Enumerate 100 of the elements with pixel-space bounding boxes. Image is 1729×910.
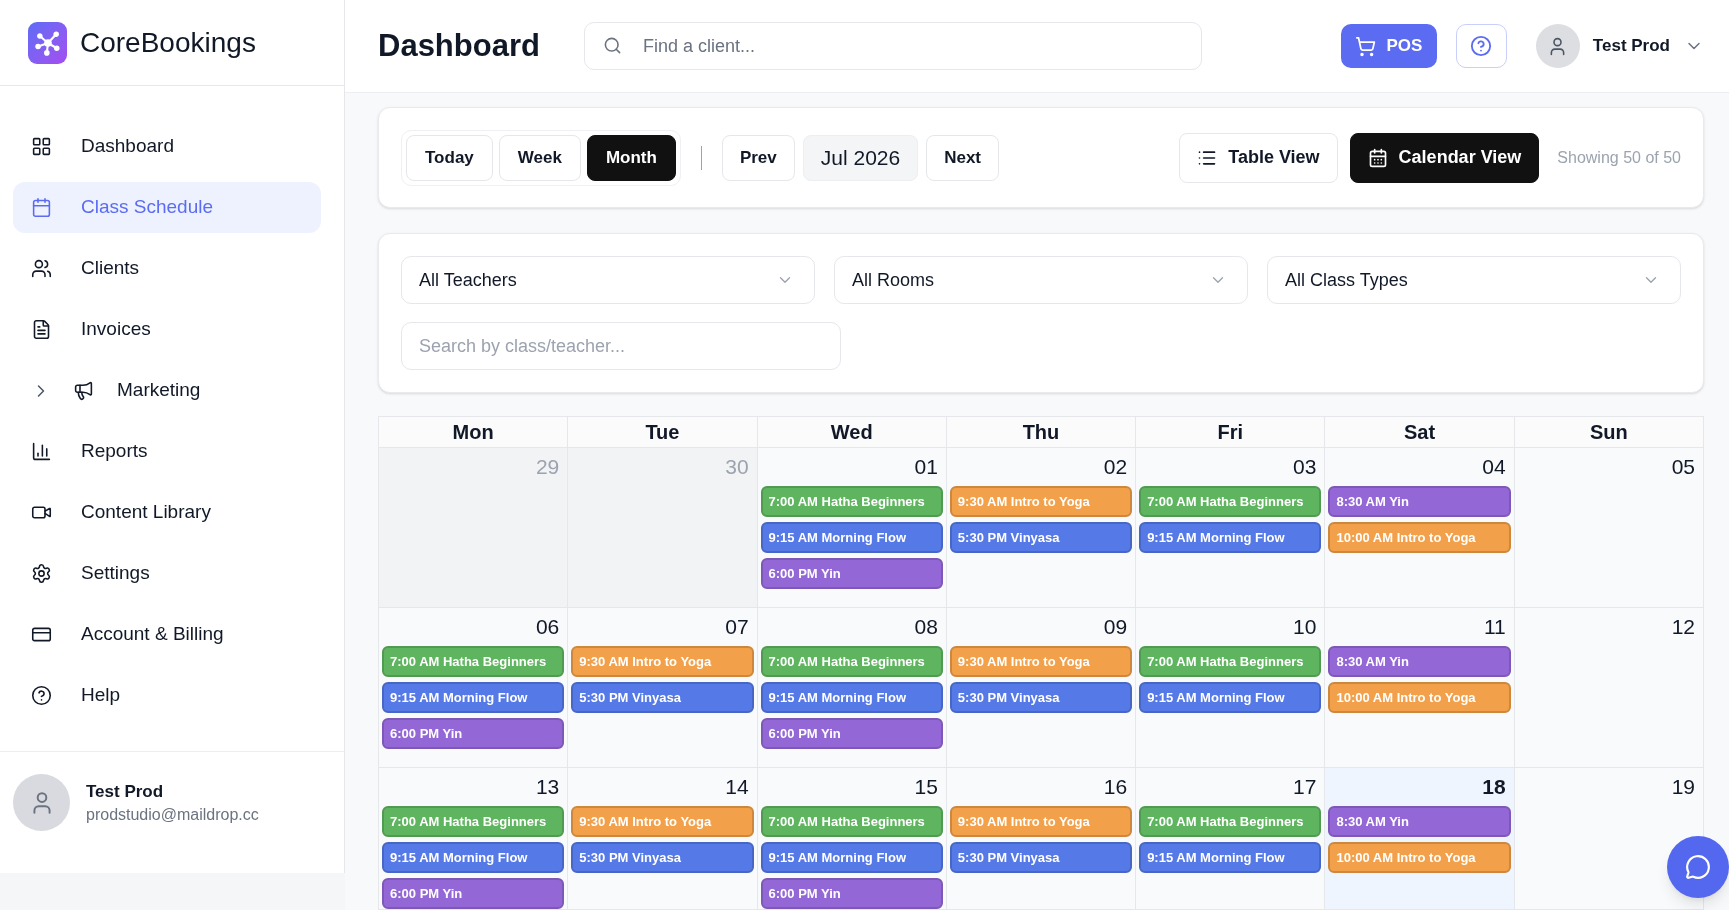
day-number: 14 xyxy=(725,776,750,797)
class-event[interactable]: 7:00 AM Hatha Beginners xyxy=(1139,806,1322,837)
day-number: 04 xyxy=(1482,456,1507,477)
day-number: 18 xyxy=(1482,776,1507,797)
day-number: 11 xyxy=(1483,616,1507,637)
day-number: 12 xyxy=(1671,616,1696,637)
class-event[interactable]: 6:00 PM Yin xyxy=(382,718,565,749)
class-event[interactable]: 9:15 AM Morning Flow xyxy=(1139,842,1322,873)
megaphone-icon xyxy=(73,380,94,401)
class-event[interactable]: 5:30 PM Vinyasa xyxy=(949,682,1133,713)
help-icon xyxy=(1470,35,1493,57)
calendar-icon xyxy=(1367,147,1388,168)
page-title: Dashboard xyxy=(378,26,541,65)
class-event[interactable]: 5:30 PM Vinyasa xyxy=(949,522,1133,553)
day-number: 09 xyxy=(1103,616,1129,637)
day-number: 19 xyxy=(1671,776,1696,797)
day-number: 16 xyxy=(1103,776,1129,797)
nav-item[interactable]: Clients xyxy=(13,243,321,294)
nav-item[interactable]: Content Library xyxy=(13,487,321,538)
class-event[interactable]: 9:15 AM Morning Flow xyxy=(760,682,943,713)
weekday-header: Sun xyxy=(1514,417,1704,448)
class-event[interactable]: 5:30 PM Vinyasa xyxy=(571,682,754,713)
day-number: 07 xyxy=(725,616,750,637)
nav-item[interactable]: Reports xyxy=(13,426,321,477)
class-event[interactable]: 9:15 AM Morning Flow xyxy=(382,682,565,713)
class-event[interactable]: 10:00 AM Intro to Yoga xyxy=(1328,522,1511,553)
day-number: 02 xyxy=(1103,456,1129,477)
nav-item[interactable]: Settings xyxy=(13,548,321,599)
calendar-icon xyxy=(31,197,52,218)
chat-icon xyxy=(1685,854,1711,880)
grid-icon xyxy=(31,136,52,157)
class-event[interactable]: 10:00 AM Intro to Yoga xyxy=(1328,842,1511,873)
day-number: 08 xyxy=(914,616,939,637)
help-button[interactable] xyxy=(1455,24,1507,68)
day-number: 17 xyxy=(1293,776,1318,797)
filter-select[interactable]: All Rooms xyxy=(834,256,1248,304)
search-field[interactable]: Search by class/teacher... xyxy=(401,322,841,370)
nav-item[interactable]: Marketing xyxy=(13,365,321,416)
class-event[interactable]: 8:30 AM Yin xyxy=(1328,806,1511,837)
class-event[interactable]: 9:30 AM Intro to Yoga xyxy=(949,486,1133,517)
class-event[interactable]: 6:00 PM Yin xyxy=(760,558,943,589)
class-event[interactable]: 9:15 AM Morning Flow xyxy=(760,522,943,553)
class-event[interactable]: 6:00 PM Yin xyxy=(760,878,943,909)
range-tab[interactable]: Today xyxy=(406,134,493,181)
day-number: 05 xyxy=(1671,456,1696,477)
nav-item[interactable]: Invoices xyxy=(13,304,321,355)
period-button[interactable]: Jul 2026 xyxy=(802,134,919,181)
weekday-header: Thu xyxy=(946,417,1137,448)
day-number: 03 xyxy=(1293,456,1318,477)
search-field[interactable]: Find a client... xyxy=(584,22,1202,70)
class-event[interactable]: 7:00 AM Hatha Beginners xyxy=(760,486,943,517)
nav-item[interactable]: Help xyxy=(13,670,321,721)
weekday-header: Tue xyxy=(568,417,758,448)
help-icon xyxy=(31,685,52,706)
user-menu-button[interactable]: Test Prod xyxy=(1592,33,1704,59)
class-event[interactable]: 7:00 AM Hatha Beginners xyxy=(760,646,943,677)
weekday-header: Wed xyxy=(757,417,947,448)
nav-item[interactable]: Account & Billing xyxy=(13,609,321,660)
class-event[interactable]: 10:00 AM Intro to Yoga xyxy=(1328,682,1511,713)
class-event[interactable]: 9:30 AM Intro to Yoga xyxy=(949,646,1133,677)
day-number: 06 xyxy=(535,616,561,637)
class-event[interactable]: 6:00 PM Yin xyxy=(382,878,565,909)
avatar-icon xyxy=(1535,24,1580,68)
filter-select[interactable]: All Class Types xyxy=(1267,256,1681,304)
user-name: Test Prod xyxy=(86,781,165,803)
results-count: Showing 50 of 50 xyxy=(1557,147,1681,168)
next-button[interactable]: Next xyxy=(926,134,1000,181)
view-toggle[interactable]: Calendar View xyxy=(1349,132,1540,183)
nav-item[interactable]: Dashboard xyxy=(13,121,321,172)
class-event[interactable]: 9:15 AM Morning Flow xyxy=(1139,682,1322,713)
day-number: 01 xyxy=(914,456,939,477)
class-event[interactable]: 7:00 AM Hatha Beginners xyxy=(382,806,565,837)
bar-chart-icon xyxy=(31,441,52,462)
class-event[interactable]: 7:00 AM Hatha Beginners xyxy=(1139,486,1322,517)
class-event[interactable]: 5:30 PM Vinyasa xyxy=(949,842,1133,873)
class-event[interactable]: 9:15 AM Morning Flow xyxy=(1139,522,1322,553)
class-event[interactable]: 7:00 AM Hatha Beginners xyxy=(382,646,565,677)
class-event[interactable]: 9:15 AM Morning Flow xyxy=(382,842,565,873)
users-icon xyxy=(31,258,52,279)
class-event[interactable]: 7:00 AM Hatha Beginners xyxy=(760,806,943,837)
document-icon xyxy=(31,319,52,340)
brand-name: CoreBookings xyxy=(80,25,256,60)
class-event[interactable]: 9:15 AM Morning Flow xyxy=(760,842,943,873)
range-tab[interactable]: Month xyxy=(586,134,676,181)
class-event[interactable]: 7:00 AM Hatha Beginners xyxy=(1139,646,1322,677)
class-event[interactable]: 6:00 PM Yin xyxy=(760,718,943,749)
class-event[interactable]: 5:30 PM Vinyasa xyxy=(571,842,754,873)
filter-select[interactable]: All Teachers xyxy=(401,256,815,304)
class-event[interactable]: 9:30 AM Intro to Yoga xyxy=(949,806,1133,837)
nav-item[interactable]: Class Schedule xyxy=(13,182,321,233)
class-event[interactable]: 8:30 AM Yin xyxy=(1328,646,1511,677)
class-event[interactable]: 9:30 AM Intro to Yoga xyxy=(571,646,754,677)
pos-button[interactable]: POS xyxy=(1340,24,1437,68)
cart-icon xyxy=(1355,35,1377,57)
range-tab[interactable]: Week xyxy=(498,134,581,181)
day-number: 13 xyxy=(535,776,561,797)
class-event[interactable]: 9:30 AM Intro to Yoga xyxy=(571,806,754,837)
view-toggle[interactable]: Table View xyxy=(1179,132,1338,183)
class-event[interactable]: 8:30 AM Yin xyxy=(1328,486,1511,517)
prev-button[interactable]: Prev xyxy=(721,134,795,181)
